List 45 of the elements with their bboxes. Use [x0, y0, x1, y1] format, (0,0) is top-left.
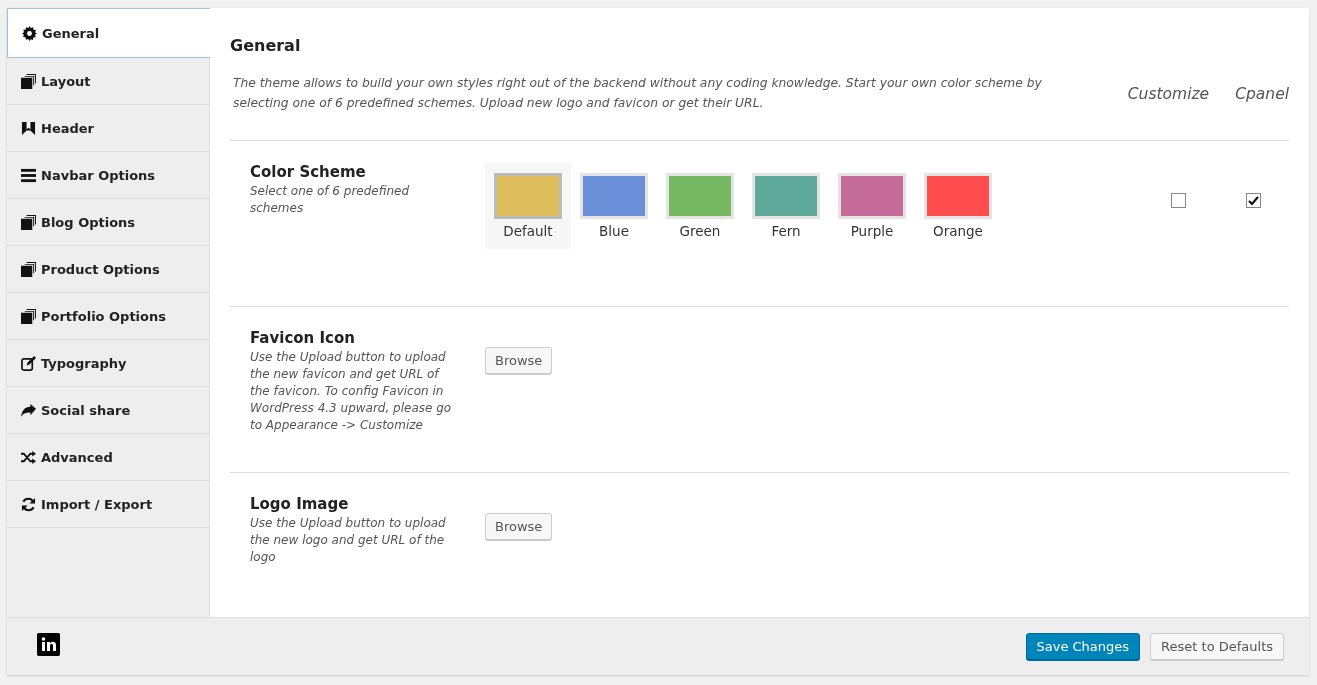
gear-icon [22, 25, 37, 41]
save-button[interactable]: Save Changes [1025, 633, 1141, 660]
copy-icon [21, 308, 36, 324]
edit-icon [21, 355, 36, 371]
option-title: Color Scheme [250, 163, 367, 181]
copy-icon [21, 73, 36, 89]
sidebar-tab[interactable]: General [7, 8, 210, 58]
option-description: Select one of 6 predefined schemes [250, 183, 411, 217]
color-swatch-option[interactable]: Purple [829, 163, 915, 249]
sidebar-tab[interactable]: Social share [7, 387, 209, 434]
sidebar-tab[interactable]: Import / Export [7, 481, 209, 528]
sidebar-tab[interactable]: Advanced [7, 434, 209, 481]
share-icon [21, 402, 36, 418]
sidebar-tab[interactable]: Navbar Options [7, 152, 209, 199]
color-swatch-option[interactable]: Orange [915, 163, 1001, 249]
option-description: Use the Upload button to upload the new logo and get URL of the logo [250, 515, 447, 566]
option-description: Use the Upload button to upload the new favicon and get URL of the favicon. To config Favicon in WordPress 4.3 upward, please go to Appearance -> Customize [250, 349, 453, 434]
checkbox[interactable] [1246, 193, 1261, 208]
sidebar-tab[interactable]: Product Options [7, 246, 209, 293]
sidebar-tab[interactable]: Typography [7, 340, 209, 387]
sidebar-tab[interactable]: Header [7, 105, 209, 152]
copy-icon [21, 214, 36, 230]
reset-button[interactable]: Reset to Defaults [1150, 633, 1284, 660]
section-title: General [230, 36, 302, 55]
linkedin-icon[interactable] [37, 633, 60, 656]
color-swatch-option[interactable]: Default [485, 163, 571, 249]
color-swatch-option[interactable]: Fern [743, 163, 829, 249]
color-swatch-option[interactable]: Blue [571, 163, 657, 249]
browse-button[interactable]: Browse [485, 347, 553, 374]
sidebar-tab[interactable]: Portfolio Options [7, 293, 209, 340]
browse-button[interactable]: Browse [485, 513, 553, 540]
column-header: Customize [1127, 85, 1210, 103]
column-header: Cpanel [1235, 85, 1289, 103]
color-swatch-option[interactable]: Green [657, 163, 743, 249]
shuffle-icon [21, 449, 36, 465]
option-title: Logo Image [250, 495, 350, 513]
copy-icon [21, 261, 36, 277]
checkbox[interactable] [1171, 193, 1186, 208]
option-title: Favicon Icon [250, 329, 356, 347]
menu-icon [21, 167, 36, 183]
refresh-icon [21, 496, 36, 512]
sidebar-tab[interactable]: Blog Options [7, 199, 209, 246]
section-description: The theme allows to build your own styles right out of the backend without any coding knowledge. Start your own color scheme by selecting one of 6 predefined schemes. Upload new logo and favicon or get their URL. [232, 75, 1043, 112]
sidebar-tab[interactable]: Layout [7, 58, 209, 105]
bookmark-icon [21, 120, 36, 136]
